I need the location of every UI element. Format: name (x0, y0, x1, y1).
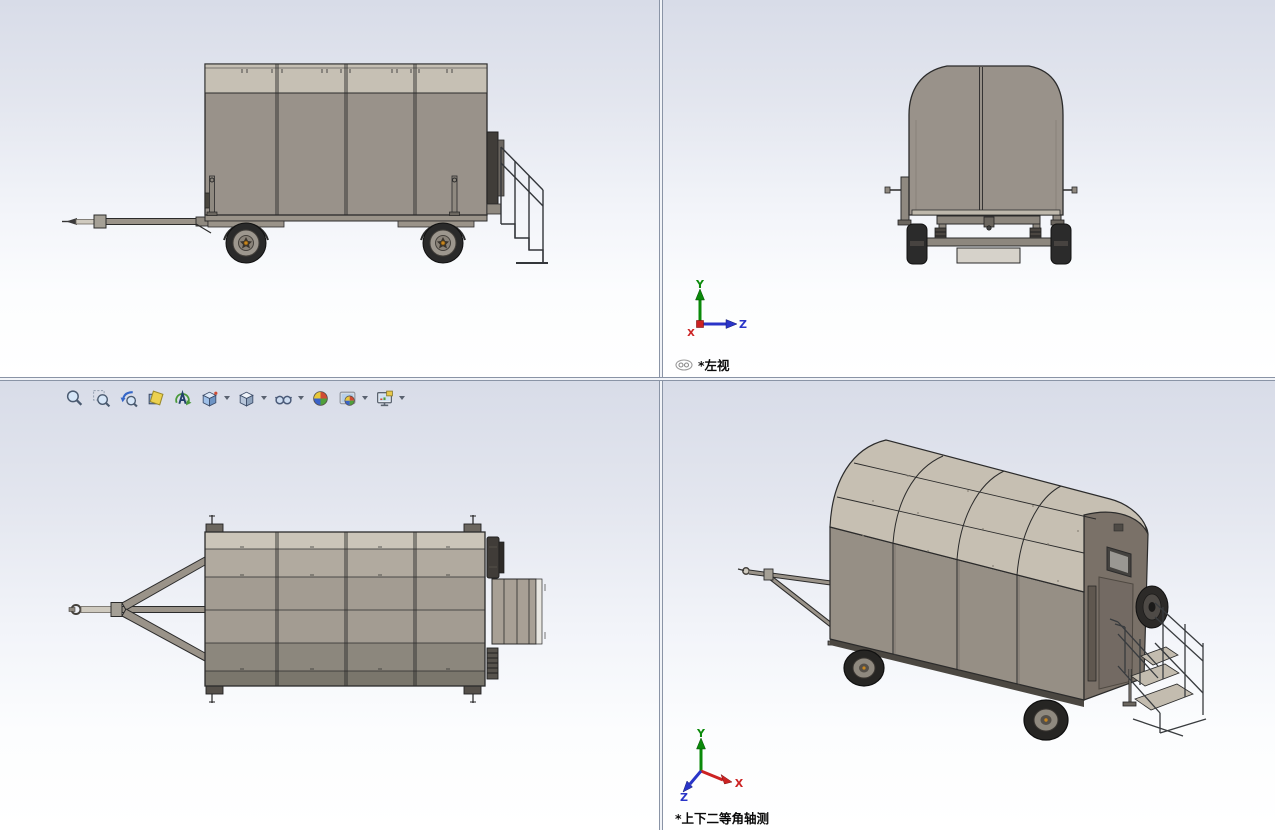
viewport-top-view[interactable] (0, 381, 659, 830)
view-orientation-icon[interactable] (199, 388, 220, 409)
wheel-front-iso[interactable] (843, 649, 885, 687)
trailer-roof-top[interactable] (204, 531, 486, 687)
orientation-triad-iso: Y X Z (680, 729, 744, 804)
viewport-splitter-horizontal[interactable] (0, 377, 1275, 381)
rear-fan-top[interactable] (486, 536, 505, 579)
axis-z-label: Z (739, 318, 747, 331)
orientation-triad-front: Y Z X (687, 280, 747, 339)
hide-show-items-dropdown[interactable] (298, 396, 304, 400)
apply-scene-dropdown[interactable] (362, 396, 368, 400)
viewport-label-text: *上下二等角轴测 (675, 811, 770, 826)
side-view-canvas (62, 63, 548, 264)
axis-z-label: Z (680, 791, 688, 804)
spare-corrugated-top[interactable] (486, 647, 499, 680)
display-style-dropdown[interactable] (261, 396, 267, 400)
zoom-to-area-icon[interactable] (91, 388, 112, 409)
apply-scene-icon[interactable] (337, 388, 358, 409)
view-settings-icon[interactable] (374, 388, 395, 409)
hide-show-items-icon[interactable] (273, 388, 294, 409)
hub-left (910, 241, 924, 246)
crank-bracket-left[interactable] (884, 176, 912, 226)
previous-view-icon[interactable] (118, 388, 139, 409)
axis-y-label: Y (695, 280, 705, 291)
viewport-left-view[interactable]: Y Z X *左视 (663, 0, 1275, 377)
dynamic-annotation-views-icon[interactable] (172, 388, 193, 409)
cad-multi-viewport-window: Y Z X *左视 Y X Z *上下二等角轴测 (0, 0, 1275, 830)
top-view-canvas (68, 515, 546, 703)
wheel-rear-iso[interactable] (1023, 699, 1069, 741)
viewport-label-isometric: *上下二等角轴测 (675, 808, 769, 827)
trailer-body-side[interactable] (204, 63, 488, 216)
viewport-label-text: *左视 (698, 358, 730, 373)
trailer-body-front[interactable] (908, 65, 1064, 216)
drawbar-side[interactable] (62, 214, 212, 234)
heads-up-view-toolbar (64, 386, 405, 410)
section-view-icon[interactable] (145, 388, 166, 409)
axis-x-label: X (735, 777, 744, 790)
stairs-platform-top[interactable] (491, 578, 546, 645)
drawbar-iso[interactable] (737, 567, 842, 646)
axis-x-label: X (687, 328, 695, 339)
boarding-stairs-side[interactable] (500, 146, 548, 264)
viewport-side-view[interactable] (0, 0, 659, 377)
viewport-isometric-view[interactable]: Y X Z *上下二等角轴测 (663, 381, 1275, 830)
linked-view-icon (675, 358, 693, 371)
axis-y-label: Y (696, 729, 706, 740)
viewport-splitter-vertical[interactable] (659, 0, 663, 830)
drawbar-top[interactable] (68, 553, 214, 665)
hub-right (1054, 241, 1068, 246)
view-settings-dropdown[interactable] (399, 396, 405, 400)
wheel-front[interactable] (225, 222, 267, 264)
view-orientation-dropdown[interactable] (224, 396, 230, 400)
edit-appearance-icon[interactable] (310, 388, 331, 409)
wheel-rear[interactable] (422, 222, 464, 264)
viewport-label-left-view: *左视 (675, 355, 730, 374)
display-style-icon[interactable] (236, 388, 257, 409)
zoom-to-fit-icon[interactable] (64, 388, 85, 409)
undercarriage-front[interactable] (909, 215, 1069, 264)
